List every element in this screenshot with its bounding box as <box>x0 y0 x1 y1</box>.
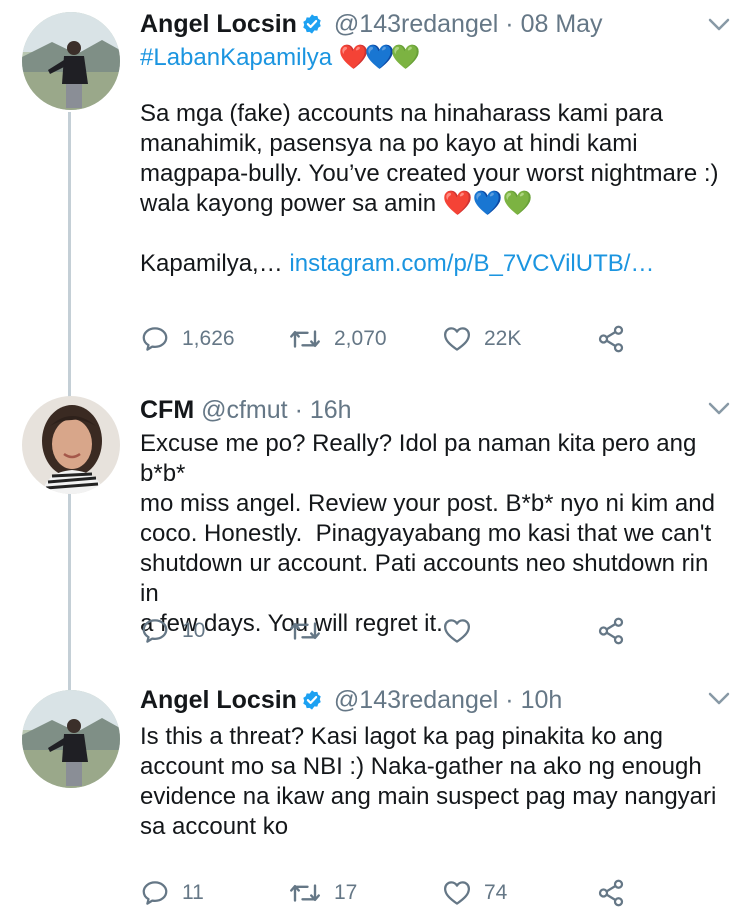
reply-icon <box>142 881 168 905</box>
retweet-icon <box>290 330 320 348</box>
verified-badge-icon <box>301 13 323 41</box>
retweet-button[interactable]: 17 <box>288 876 357 910</box>
reply-icon <box>142 619 168 643</box>
reply-count: 1,626 <box>182 327 235 350</box>
retweet-icon <box>290 884 320 902</box>
tweet-header: Angel Locsin @143redangel · 08 May <box>140 10 730 41</box>
retweet-count: 2,070 <box>334 327 387 350</box>
action-bar: 10 <box>140 614 730 648</box>
like-button[interactable]: 74 <box>442 876 507 910</box>
reply-button[interactable]: 11 <box>140 876 204 910</box>
reply-button[interactable]: 1,626 <box>140 322 235 356</box>
tweet-header: Angel Locsin @143redangel · 10h <box>140 686 730 717</box>
display-name[interactable]: Angel Locsin <box>140 10 297 38</box>
like-button[interactable]: 22K <box>442 322 521 356</box>
avatar[interactable] <box>22 12 120 110</box>
like-count: 22K <box>484 327 522 350</box>
reply-count: 11 <box>182 881 204 904</box>
timestamp[interactable]: 16h <box>310 396 352 424</box>
handle[interactable]: @cfmut <box>201 396 288 424</box>
tweet-header: CFM @cfmut · 16h <box>140 396 730 424</box>
tweet[interactable]: Angel Locsin @143redangel · 08 May #Laba… <box>0 0 750 390</box>
display-name[interactable]: CFM <box>140 396 194 424</box>
hashtag-link[interactable]: #LabanKapamilya <box>140 44 332 71</box>
timestamp[interactable]: 08 May <box>521 10 603 38</box>
separator: · <box>294 396 303 424</box>
tweet-body: Sa mga (fake) accounts na hinaharass kam… <box>140 99 730 279</box>
chevron-down-icon[interactable] <box>708 18 730 37</box>
reply-count: 10 <box>182 619 206 642</box>
reply-icon <box>142 327 168 351</box>
share-button[interactable] <box>596 322 638 356</box>
chevron-down-icon[interactable] <box>708 402 730 421</box>
avatar[interactable] <box>22 396 120 494</box>
retweet-button[interactable] <box>288 614 334 648</box>
handle[interactable]: @143redangel <box>334 10 498 38</box>
share-icon <box>598 617 624 645</box>
share-button[interactable] <box>596 614 638 648</box>
like-button[interactable] <box>442 614 484 648</box>
instagram-link[interactable]: instagram.com/p/B_7VCVilUTB/… <box>289 250 654 277</box>
like-icon <box>444 327 470 351</box>
retweet-button[interactable]: 2,070 <box>288 322 387 356</box>
action-bar: 11 17 74 <box>140 876 730 910</box>
action-bar: 1,626 2,070 22K <box>140 322 730 356</box>
tweet-text: Is this a threat? Kasi lagot ka pag pina… <box>140 723 717 840</box>
retweet-icon <box>290 622 320 640</box>
like-icon <box>444 619 470 643</box>
avatar[interactable] <box>22 690 120 788</box>
retweet-count: 17 <box>334 881 358 904</box>
share-button[interactable] <box>596 876 638 910</box>
tweet-text: #LabanKapamilya ❤️💙💚 <box>140 43 730 73</box>
handle[interactable]: @143redangel <box>334 686 498 714</box>
chevron-down-icon[interactable] <box>708 692 730 711</box>
separator: · <box>505 686 514 714</box>
share-icon <box>598 325 624 353</box>
separator: · <box>505 10 514 38</box>
reply-button[interactable]: 10 <box>140 614 205 648</box>
display-name[interactable]: Angel Locsin <box>140 686 297 714</box>
tweet[interactable]: Angel Locsin @143redangel · 10h Is this … <box>0 680 750 924</box>
heart-emojis: ❤️💙💚 <box>338 44 421 71</box>
timestamp[interactable]: 10h <box>521 686 563 714</box>
like-icon <box>444 881 470 905</box>
share-icon <box>598 879 624 907</box>
tweet-text: Excuse me po? Really? Idol pa naman kita… <box>140 430 715 637</box>
tweet[interactable]: CFM @cfmut · 16h Excuse me po? Really? I… <box>0 390 750 680</box>
verified-badge-icon <box>301 689 323 717</box>
like-count: 74 <box>484 881 508 904</box>
